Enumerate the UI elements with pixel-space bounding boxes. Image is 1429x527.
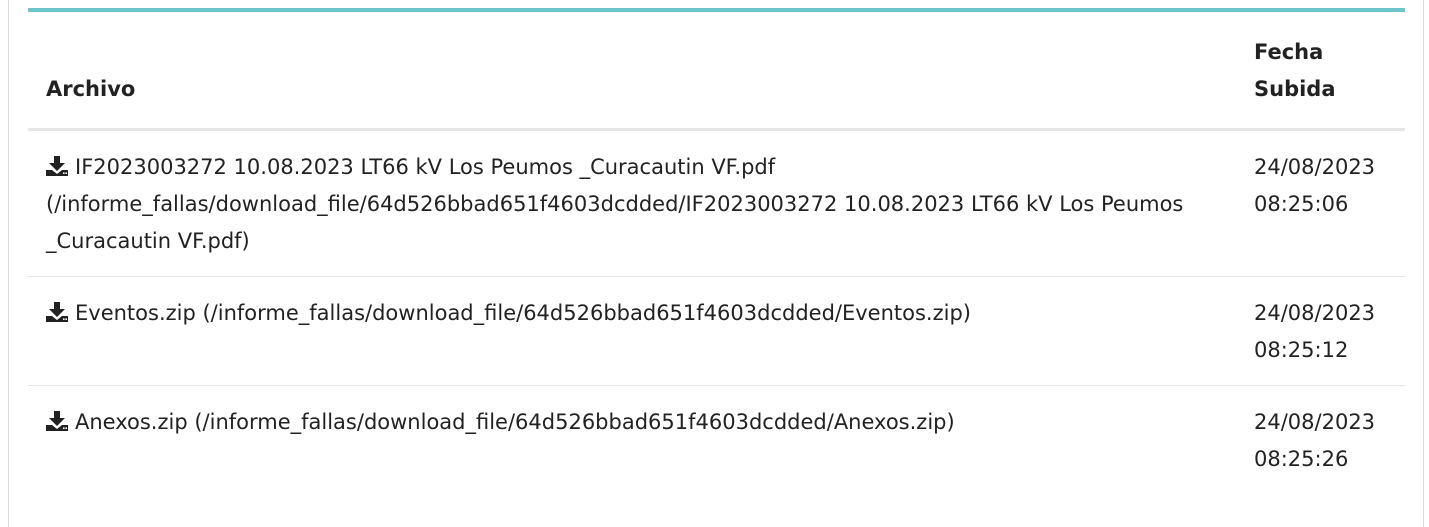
upload-time: 08:25:12 <box>1254 338 1349 362</box>
left-divider <box>8 0 9 527</box>
files-panel: Archivo Fecha Subida IF2023003272 10.08.… <box>0 0 1424 527</box>
file-download-link[interactable]: IF2023003272 10.08.2023 LT66 kV Los Peum… <box>46 155 1183 253</box>
file-link-text: Anexos.zip (/informe_fallas/download_fil… <box>75 410 955 434</box>
column-header-date-line2: Subida <box>1254 77 1336 101</box>
column-header-file: Archivo <box>28 12 1236 131</box>
table-header-row: Archivo Fecha Subida <box>28 12 1405 131</box>
file-download-link[interactable]: Anexos.zip (/informe_fallas/download_fil… <box>46 410 955 434</box>
file-link-text: IF2023003272 10.08.2023 LT66 kV Los Peum… <box>46 155 1184 253</box>
column-header-date: Fecha Subida <box>1236 12 1405 131</box>
upload-time: 08:25:06 <box>1254 192 1349 216</box>
file-link-text: Eventos.zip (/informe_fallas/download_fi… <box>75 301 971 325</box>
upload-time: 08:25:26 <box>1254 447 1349 471</box>
upload-date: 24/08/2023 <box>1254 301 1376 325</box>
column-header-date-line1: Fecha <box>1254 40 1324 64</box>
table-row: IF2023003272 10.08.2023 LT66 kV Los Peum… <box>28 129 1405 277</box>
download-icon <box>46 156 68 176</box>
upload-date: 24/08/2023 <box>1254 155 1376 179</box>
upload-date: 24/08/2023 <box>1254 410 1376 434</box>
file-download-link[interactable]: Eventos.zip (/informe_fallas/download_fi… <box>46 301 971 325</box>
upload-date-cell: 24/08/2023 08:25:26 <box>1236 386 1405 495</box>
upload-date-cell: 24/08/2023 08:25:06 <box>1236 129 1405 277</box>
files-table: Archivo Fecha Subida IF2023003272 10.08.… <box>28 12 1405 494</box>
column-header-file-label: Archivo <box>46 77 136 101</box>
file-cell: IF2023003272 10.08.2023 LT66 kV Los Peum… <box>28 129 1236 277</box>
file-cell: Eventos.zip (/informe_fallas/download_fi… <box>28 276 1236 386</box>
table-row: Eventos.zip (/informe_fallas/download_fi… <box>28 276 1405 386</box>
download-icon <box>46 411 68 431</box>
file-cell: Anexos.zip (/informe_fallas/download_fil… <box>28 386 1236 495</box>
upload-date-cell: 24/08/2023 08:25:12 <box>1236 276 1405 386</box>
download-icon <box>46 302 68 322</box>
table-row: Anexos.zip (/informe_fallas/download_fil… <box>28 386 1405 495</box>
